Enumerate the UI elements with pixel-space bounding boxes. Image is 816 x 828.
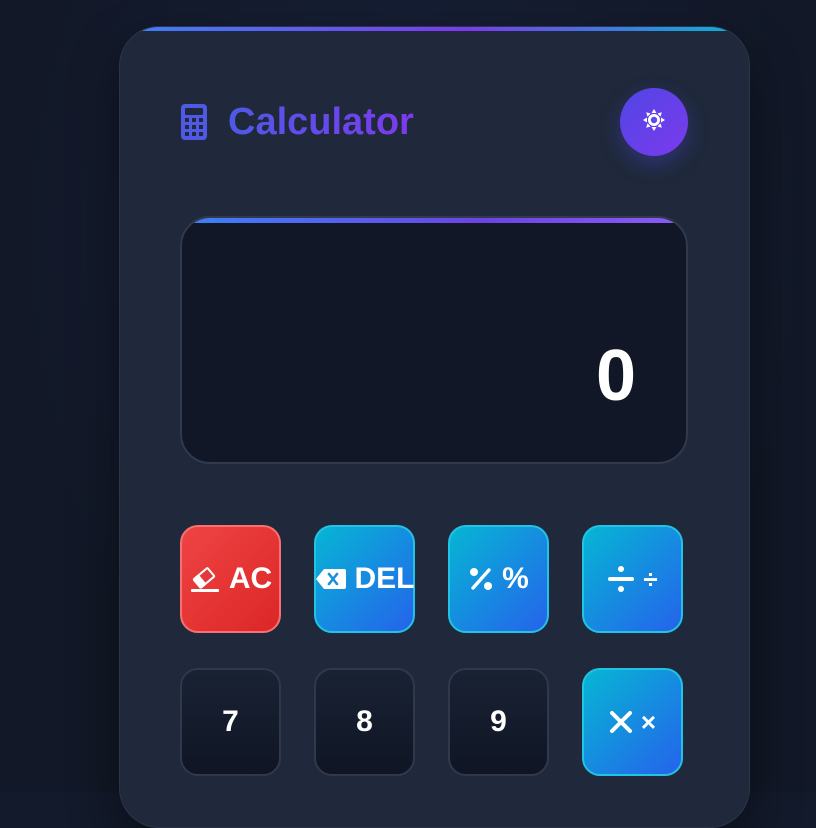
all-clear-button[interactable]: AC bbox=[180, 525, 281, 633]
delete-label: DEL bbox=[354, 562, 415, 595]
percent-button[interactable]: % bbox=[448, 525, 549, 633]
multiply-icon bbox=[609, 710, 633, 734]
sun-icon bbox=[642, 108, 666, 137]
calculator-icon bbox=[180, 103, 208, 141]
multiply-button[interactable]: × bbox=[582, 668, 683, 776]
multiply-label: × bbox=[640, 706, 657, 737]
all-clear-label: AC bbox=[228, 562, 273, 595]
eraser-icon bbox=[189, 565, 221, 593]
backspace-icon bbox=[315, 567, 347, 591]
percent-icon bbox=[468, 566, 494, 592]
digit-7-label: 7 bbox=[222, 705, 239, 738]
header: Calculator bbox=[180, 88, 690, 157]
display-accent-bar bbox=[182, 218, 686, 223]
theme-toggle-button[interactable] bbox=[620, 88, 688, 156]
card-accent-bar bbox=[120, 27, 749, 31]
digit-8-label: 8 bbox=[356, 705, 373, 738]
digit-9-label: 9 bbox=[490, 705, 507, 738]
percent-label: % bbox=[502, 562, 529, 595]
digit-7-button[interactable]: 7 bbox=[180, 668, 281, 776]
delete-button[interactable]: DEL bbox=[314, 525, 415, 633]
digit-8-button[interactable]: 8 bbox=[314, 668, 415, 776]
display-screen: 0 bbox=[180, 216, 688, 464]
digit-9-button[interactable]: 9 bbox=[448, 668, 549, 776]
divide-label: ÷ bbox=[643, 563, 658, 594]
divide-icon bbox=[607, 565, 635, 593]
divide-button[interactable]: ÷ bbox=[582, 525, 683, 633]
display-value: 0 bbox=[595, 336, 636, 416]
app-title: Calculator bbox=[228, 101, 414, 143]
calculator-card: Calculator 0 AC DEL % ÷ 7 8 9 × bbox=[119, 26, 750, 828]
